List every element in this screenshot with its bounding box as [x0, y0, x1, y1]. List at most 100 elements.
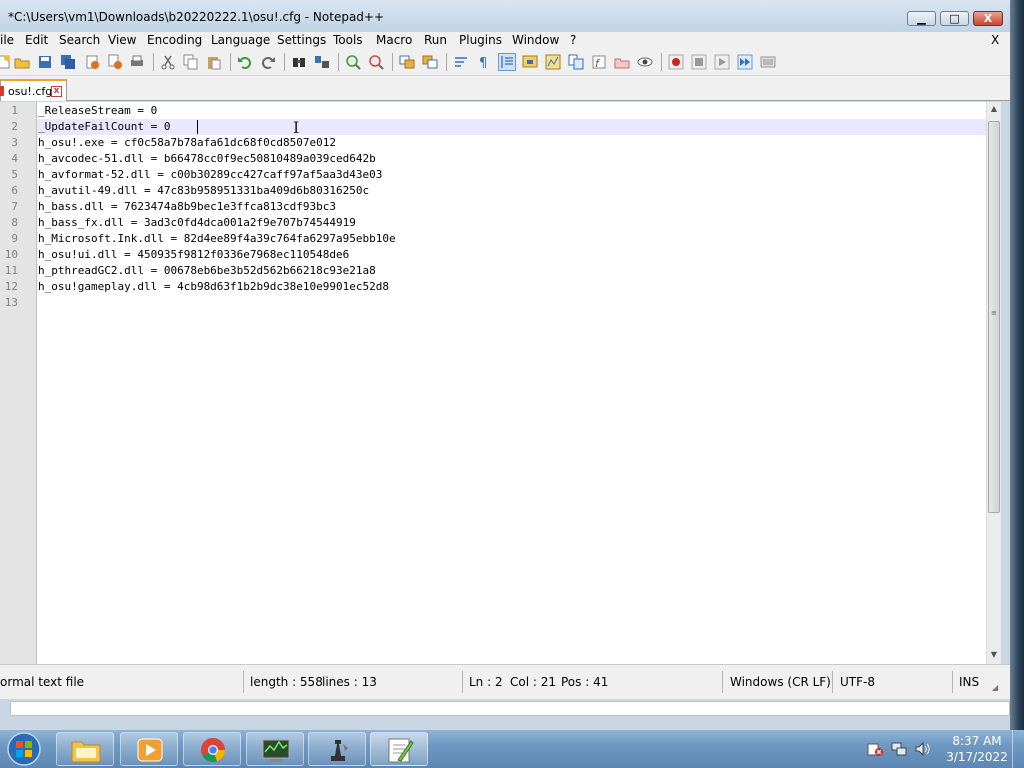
print-icon[interactable]	[129, 54, 145, 70]
menu-search[interactable]: Search	[59, 33, 100, 47]
menu-view[interactable]: View	[108, 33, 136, 47]
editor-line[interactable]: 10 h_osu!ui.dll = 450935f9812f0336e7968ec…	[0, 247, 985, 263]
editor-line[interactable]: 11 h_pthreadGC2.dll = 00678eb6be3b52d562b…	[0, 263, 985, 279]
start-button[interactable]	[4, 731, 44, 767]
scroll-up-arrow-icon[interactable]: ▲	[987, 104, 1001, 116]
monitor-icon[interactable]	[637, 54, 653, 70]
scroll-down-arrow-icon[interactable]: ▼	[987, 650, 1001, 662]
title-bar[interactable]: *C:\Users\vm1\Downloads\b20220222.1\osu!…	[0, 0, 1010, 32]
cut-icon[interactable]	[160, 54, 176, 70]
action-center-icon[interactable]	[866, 741, 884, 757]
network-icon[interactable]	[890, 741, 908, 757]
vertical-scrollbar[interactable]: ▲ ≡ ▼	[986, 102, 1001, 664]
indent-guide-icon[interactable]	[498, 53, 516, 71]
line-text[interactable]: _ReleaseStream = 0	[38, 103, 157, 119]
menu-file[interactable]: ile	[0, 33, 14, 47]
horizontal-scrollbar[interactable]	[10, 701, 1010, 716]
save-all-icon[interactable]	[60, 54, 76, 70]
sync-vertical-icon[interactable]	[399, 54, 415, 70]
editor-line[interactable]: 1 _ReleaseStream = 0	[0, 103, 985, 119]
maximize-button[interactable]: □	[940, 11, 969, 26]
editor-line[interactable]: 12 h_osu!gameplay.dll = 4cb98d63f1b2b9dc3…	[0, 279, 985, 295]
close-document-button[interactable]: X	[991, 33, 999, 47]
line-text[interactable]: h_osu!.exe = cf0c58a7b78afa61dc68f0cd850…	[38, 135, 336, 151]
menu-edit[interactable]: Edit	[25, 33, 48, 47]
project-panel-icon[interactable]	[614, 54, 630, 70]
sync-horizontal-icon[interactable]	[422, 54, 438, 70]
resize-grip-icon[interactable]: ◢	[992, 683, 1004, 695]
show-all-chars-icon[interactable]: ¶	[476, 54, 492, 70]
menu-tools[interactable]: Tools	[333, 33, 363, 47]
new-file-icon[interactable]	[0, 54, 12, 70]
editor-line[interactable]: 7 h_bass.dll = 7623474a8b9bec1e3ffca813cd…	[0, 199, 985, 215]
status-eol-format[interactable]: Windows (CR LF)	[730, 675, 831, 689]
scrollbar-thumb[interactable]: ≡	[988, 121, 1000, 513]
tab-close-icon[interactable]: x	[51, 86, 62, 97]
close-window-button[interactable]: X	[973, 11, 1003, 26]
menu-encoding[interactable]: Encoding	[147, 33, 202, 47]
function-list-icon[interactable]	[568, 54, 584, 70]
menu-macro[interactable]: Macro	[376, 33, 412, 47]
editor-line[interactable]: 13	[0, 295, 985, 311]
line-text[interactable]: h_bass_fx.dll = 3ad3c0fd4dca001a2f9e707b…	[38, 215, 356, 231]
menu-run[interactable]: Run	[424, 33, 447, 47]
show-desktop-button[interactable]	[1012, 730, 1024, 768]
find-icon[interactable]	[291, 54, 307, 70]
taskbar-file-explorer[interactable]	[56, 732, 114, 766]
zoom-in-icon[interactable]	[345, 54, 361, 70]
taskbar-task-manager[interactable]	[246, 732, 304, 766]
editor-line[interactable]: 6 h_avutil-49.dll = 47c83b958951331ba409d…	[0, 183, 985, 199]
zoom-out-icon[interactable]	[368, 54, 384, 70]
save-macro-icon[interactable]	[760, 54, 776, 70]
undo-icon[interactable]	[237, 54, 253, 70]
menu-plugins[interactable]: Plugins	[459, 33, 502, 47]
word-wrap-icon[interactable]	[453, 54, 469, 70]
play-macro-icon[interactable]	[714, 54, 730, 70]
editor-area[interactable]: 1 _ReleaseStream = 0 2 _UpdateFailCount = …	[0, 102, 1001, 664]
status-encoding[interactable]: UTF-8	[840, 675, 875, 689]
stop-macro-icon[interactable]	[691, 54, 707, 70]
replace-icon[interactable]	[314, 54, 330, 70]
copy-icon[interactable]	[183, 54, 199, 70]
taskbar-chess[interactable]	[308, 732, 366, 766]
line-text[interactable]: h_osu!ui.dll = 450935f9812f0336e7968ec11…	[38, 247, 349, 263]
status-insert-mode[interactable]: INS	[959, 675, 979, 689]
menu-language[interactable]: Language	[211, 33, 270, 47]
line-text[interactable]: h_avformat-52.dll = c00b30289cc427caff97…	[38, 167, 382, 183]
redo-icon[interactable]	[260, 54, 276, 70]
run-macro-multiple-icon[interactable]	[737, 54, 753, 70]
line-text[interactable]: h_pthreadGC2.dll = 00678eb6be3b52d562b66…	[38, 263, 376, 279]
line-text[interactable]: h_bass.dll = 7623474a8b9bec1e3ffca813cdf…	[38, 199, 336, 215]
menu-settings[interactable]: Settings	[277, 33, 326, 47]
line-text[interactable]: h_avutil-49.dll = 47c83b958951331ba409d6…	[38, 183, 369, 199]
editor-line[interactable]: 9 h_Microsoft.Ink.dll = 82d4ee89f4a39c764…	[0, 231, 985, 247]
clock-date[interactable]: 3/17/2022	[942, 750, 1012, 764]
editor-line[interactable]: 8 h_bass_fx.dll = 3ad3c0fd4dca001a2f9e707…	[0, 215, 985, 231]
taskbar-notepad-plus-plus[interactable]	[370, 732, 428, 766]
editor-line[interactable]: 4 h_avcodec-51.dll = b66478cc0f9ec5081048…	[0, 151, 985, 167]
taskbar-chrome[interactable]	[183, 732, 241, 766]
user-language-icon[interactable]	[522, 54, 538, 70]
minimize-button[interactable]: ▁	[907, 11, 936, 26]
close-icon[interactable]	[84, 54, 100, 70]
doc-map-icon[interactable]	[545, 54, 561, 70]
close-all-icon[interactable]	[107, 54, 123, 70]
line-text[interactable]: _UpdateFailCount = 0	[38, 119, 170, 135]
clock-time[interactable]: 8:37 AM	[942, 734, 1012, 748]
paste-icon[interactable]	[206, 54, 222, 70]
record-macro-icon[interactable]	[668, 54, 684, 70]
editor-line[interactable]: 3 h_osu!.exe = cf0c58a7b78afa61dc68f0cd85…	[0, 135, 985, 151]
editor-line[interactable]: 2 _UpdateFailCount = 0	[0, 119, 985, 135]
volume-icon[interactable]	[914, 741, 932, 757]
tab-osu-cfg[interactable]: osu!.cfg x	[0, 79, 67, 101]
open-file-icon[interactable]	[14, 54, 30, 70]
menu-help[interactable]: ?	[570, 33, 576, 47]
menu-window[interactable]: Window	[512, 33, 559, 47]
taskbar-media-player[interactable]	[120, 732, 178, 766]
line-text[interactable]: h_avcodec-51.dll = b66478cc0f9ec50810489…	[38, 151, 376, 167]
line-text[interactable]: h_osu!gameplay.dll = 4cb98d63f1b2b9dc38e…	[38, 279, 389, 295]
save-icon[interactable]	[37, 54, 53, 70]
line-text[interactable]: h_Microsoft.Ink.dll = 82d4ee89f4a39c764f…	[38, 231, 396, 247]
editor-line[interactable]: 5 h_avformat-52.dll = c00b30289cc427caff9…	[0, 167, 985, 183]
folder-workspace-icon[interactable]: f	[591, 54, 607, 70]
